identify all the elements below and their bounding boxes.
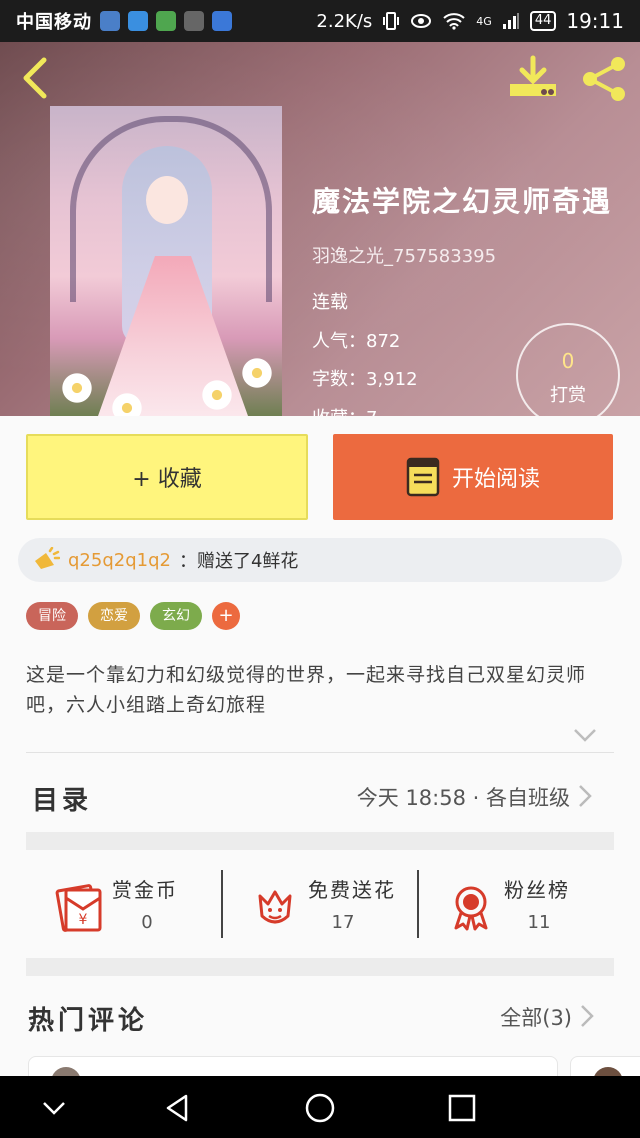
flower-icon [258,890,292,924]
table-of-contents-row[interactable]: 目录 今天 18:58 · 各自班级 [0,760,640,832]
back-icon[interactable] [16,56,56,100]
tag-romance[interactable]: 恋爱 [88,602,140,630]
fan-ranking-label: 粉丝榜 [504,878,570,902]
tag-fantasy[interactable]: 玄幻 [150,602,202,630]
book-icon [406,457,440,497]
cover-flower [200,378,234,412]
book-cover-image[interactable] [50,106,282,416]
cover-face [146,176,188,224]
section-separator [26,958,614,976]
notification-icon-1 [100,11,120,31]
popularity-value: 872 [366,331,401,352]
medal-icon [454,886,488,931]
toc-title: 目录 [32,786,93,816]
popularity-label: 人气： [312,331,366,352]
chevron-down-icon[interactable] [572,726,598,744]
network-speed: 2.2K/s [316,10,373,32]
fan-ranking-stat[interactable]: 粉丝榜 11 [418,850,614,958]
signal-icon [502,13,519,29]
hot-comments-title: 热门评论 [28,1006,149,1036]
favorites-label: 收藏： [312,408,366,416]
favorites-stat: 收藏：7 [312,404,377,416]
nav-home-icon[interactable] [302,1090,338,1126]
eye-icon [411,14,432,28]
gift-message: ：赠送了4鲜花 [178,551,299,572]
book-header: 魔法学院之幻灵师奇遇 羽逸之光_757583395 连载 人气：872 字数：3… [0,42,640,416]
add-tag-button[interactable]: + [212,602,240,630]
download-icon[interactable] [506,54,560,102]
chevron-right-icon[interactable] [580,1004,594,1028]
fan-ranking-value: 11 [527,912,551,933]
notification-icon-4 [184,11,204,31]
status-bar: 中国移动 2.2K/s 4G 44 19:11 [0,0,640,42]
tip-button[interactable]: 0 打赏 [516,323,620,416]
cover-flower [240,356,274,390]
book-status: 连载 [312,292,348,313]
gift-sender-name[interactable]: q25q2q1q2 [68,550,171,571]
notification-icon-3 [156,11,176,31]
word-count-value: 3,912 [366,369,418,390]
nav-back-icon[interactable] [160,1090,196,1126]
bounty-coin-stat[interactable]: ¥ 赏金币 0 [26,850,222,958]
popularity-stat: 人气：872 [312,327,400,353]
book-summary: 这是一个靠幻力和幻级觉得的世界，一起来寻找自己双星幻灵师吧，六人小组踏上奇幻旅程 [26,664,587,716]
status-right: 2.2K/s 4G 44 19:11 [316,9,624,33]
carrier-name: 中国移动 [16,12,92,33]
add-favorite-label: + 收藏 [132,467,202,492]
tip-count: 0 [561,349,575,373]
free-flower-stat[interactable]: 免费送花 17 [222,850,418,958]
free-flower-label: 免费送花 [308,878,396,902]
all-comments-link[interactable]: 全部(3) [500,1002,572,1032]
hide-nav-icon[interactable] [36,1090,72,1126]
notification-icon-2 [128,11,148,31]
book-title: 魔法学院之幻灵师奇遇 [312,185,613,218]
stats-row: ¥ 赏金币 0 免费送花 17 粉丝榜 11 [26,850,614,958]
section-separator [26,832,614,850]
word-count-stat: 字数：3,912 [312,365,418,391]
latest-chapter: 今天 18:58 · 各自班级 [356,786,570,810]
word-count-label: 字数： [312,369,366,390]
cover-flower [60,371,94,405]
svg-text:¥: ¥ [79,912,88,928]
start-reading-label: 开始阅读 [451,467,540,492]
add-favorite-button[interactable]: + 收藏 [26,434,308,520]
battery-indicator: 44 [529,11,557,31]
system-navigation-bar [0,1076,640,1138]
start-reading-button[interactable]: 开始阅读 [333,434,613,520]
status-left: 中国移动 [16,8,232,34]
book-detail-content: + 收藏 开始阅读 q25q2q1q2 ：赠送了4鲜花 冒险 恋爱 玄幻 + 这… [0,416,640,1097]
tip-label: 打赏 [550,385,586,406]
hot-comments-header: 热门评论 全部(3) [0,986,640,1046]
notification-icon-5 [212,11,232,31]
free-flower-value: 17 [331,912,355,933]
flower-gift-notice: q25q2q1q2 ：赠送了4鲜花 [18,538,622,582]
vibrate-icon [383,12,400,30]
tag-list: 冒险 恋爱 玄幻 + [26,602,240,630]
red-envelope-icon: ¥ [55,884,102,932]
chevron-right-icon [579,785,592,807]
book-author[interactable]: 羽逸之光_757583395 [312,242,496,268]
signal-type: 4G [476,14,492,28]
divider [26,752,614,753]
nav-recents-icon[interactable] [444,1090,480,1126]
wifi-icon [443,13,465,30]
bounty-coin-value: 0 [141,912,153,933]
share-icon[interactable] [578,54,630,104]
clock: 19:11 [566,9,624,33]
bounty-coin-label: 赏金币 [112,878,178,902]
megaphone-icon [35,547,60,569]
tag-adventure[interactable]: 冒险 [26,602,78,630]
favorites-value: 7 [366,408,377,416]
